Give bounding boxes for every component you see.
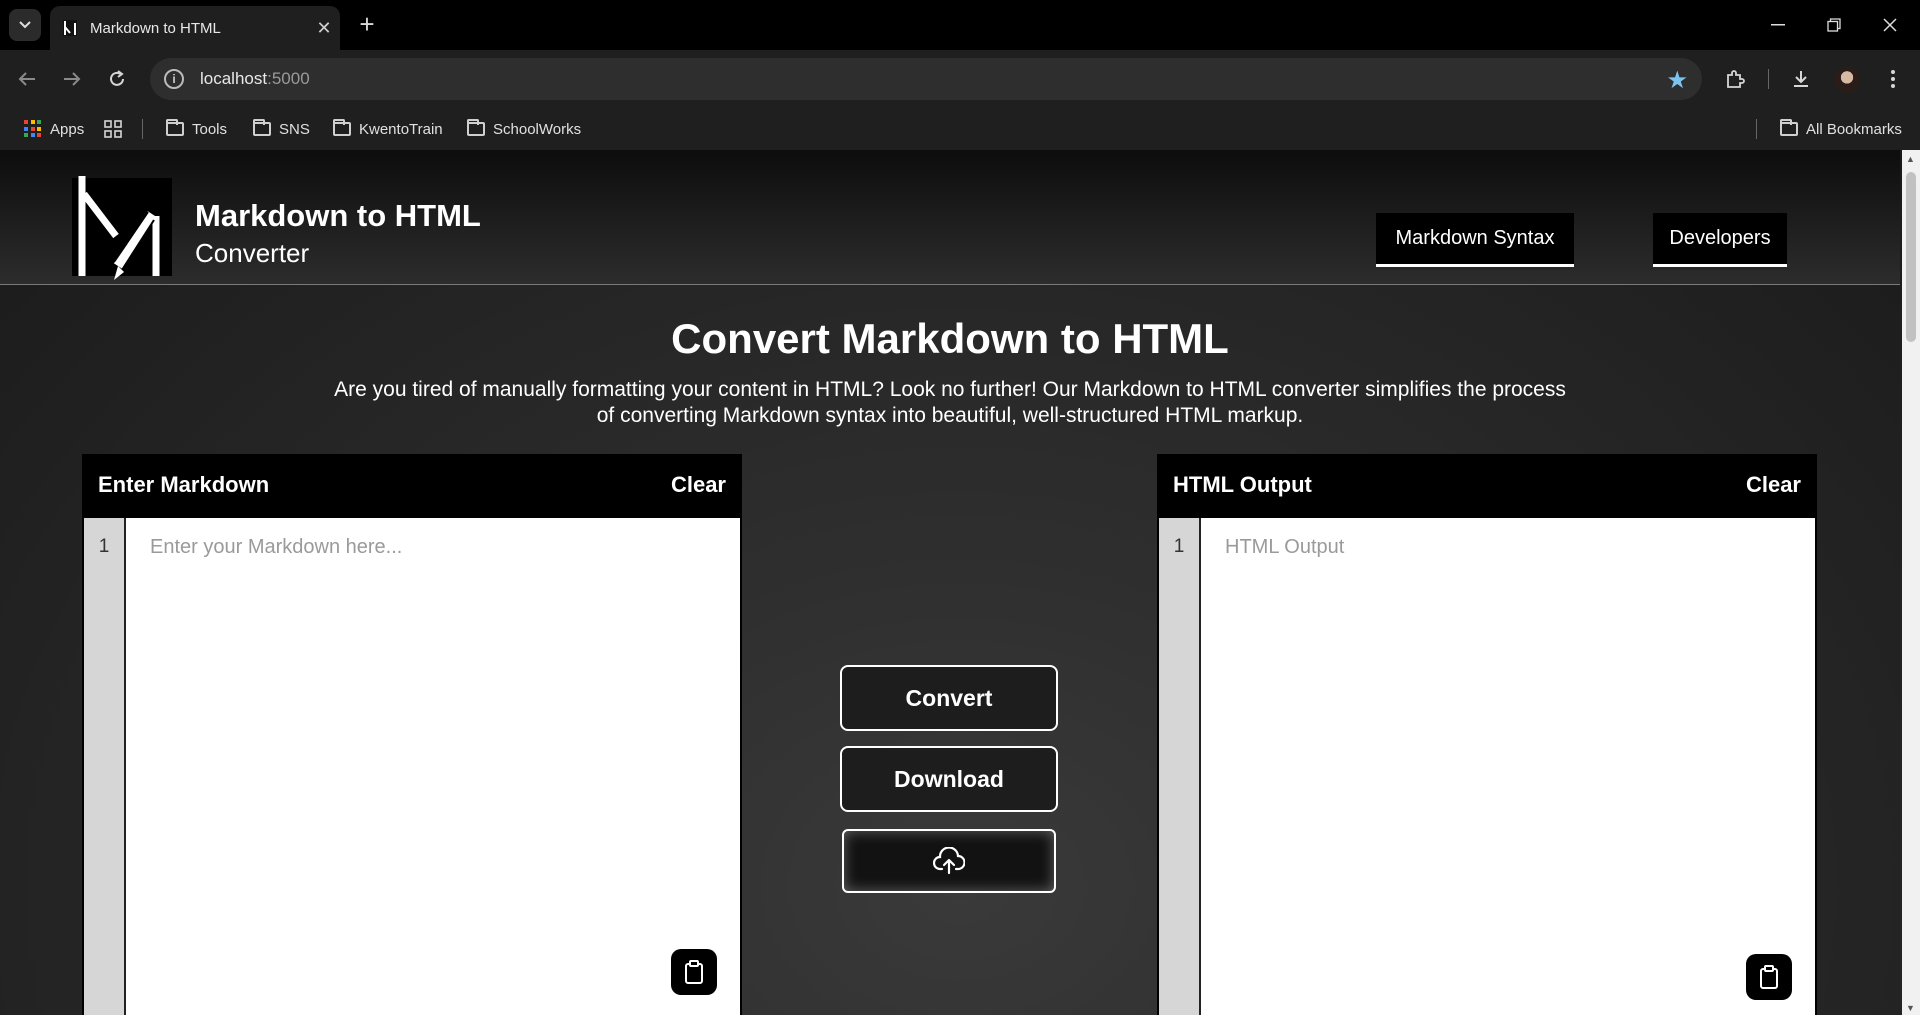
- scroll-down-icon[interactable]: ▼: [1906, 1003, 1915, 1013]
- markdown-editor: 1: [84, 518, 740, 1015]
- browser-tab[interactable]: Markdown to HTML ✕: [50, 6, 340, 50]
- download-button[interactable]: Download: [840, 746, 1058, 812]
- url-host: localhost: [200, 69, 268, 88]
- tab-groups-button[interactable]: [104, 108, 122, 150]
- clipboard-icon: [1760, 965, 1778, 989]
- folder-icon: [333, 119, 351, 136]
- brand-subtitle: Converter: [195, 238, 310, 268]
- cloud-upload-icon: [933, 847, 965, 875]
- site-header: Markdown to HTML Converter Markdown Synt…: [0, 150, 1900, 285]
- close-window-button[interactable]: [1862, 0, 1918, 50]
- all-bookmarks-label: All Bookmarks: [1806, 120, 1902, 138]
- bookmarks-divider: [1756, 119, 1757, 139]
- folder-icon: [1780, 119, 1798, 136]
- folder-icon: [166, 119, 184, 136]
- bookmark-folder-kwentotrain[interactable]: KwentoTrain: [333, 108, 443, 150]
- upload-button[interactable]: [842, 829, 1056, 893]
- output-clear-button[interactable]: Clear: [1746, 472, 1801, 498]
- brand-title: Markdown to HTML: [195, 198, 481, 233]
- puzzle-icon: [1727, 70, 1745, 88]
- grid-icon: [104, 120, 122, 138]
- copy-output-button[interactable]: [1746, 954, 1792, 1000]
- site-info-icon[interactable]: i: [164, 69, 184, 89]
- html-output-panel: HTML Output Clear 1: [1157, 454, 1817, 1015]
- new-tab-button[interactable]: +: [352, 10, 382, 40]
- kebab-menu-icon: [1891, 70, 1895, 88]
- nav-markdown-syntax[interactable]: Markdown Syntax: [1376, 213, 1574, 267]
- url-port: :5000: [267, 69, 310, 88]
- minimize-button[interactable]: [1750, 0, 1806, 50]
- bookmark-folder-schoolworks[interactable]: SchoolWorks: [467, 108, 581, 150]
- minimize-icon: [1771, 24, 1785, 26]
- bookmark-label: Tools: [192, 120, 228, 138]
- tab-search-button[interactable]: [9, 9, 41, 41]
- scroll-up-icon[interactable]: ▲: [1906, 154, 1915, 164]
- convert-button[interactable]: Convert: [840, 665, 1058, 731]
- nav-developers[interactable]: Developers: [1653, 213, 1787, 267]
- downloads-button[interactable]: [1784, 62, 1818, 96]
- tab-close-icon[interactable]: ✕: [308, 18, 340, 39]
- tab-title: Markdown to HTML: [90, 19, 221, 37]
- markdown-input[interactable]: [126, 518, 740, 1015]
- bookmark-star-icon[interactable]: ★: [1666, 66, 1688, 95]
- site-favicon-icon: [63, 20, 77, 36]
- bookmark-apps[interactable]: Apps: [24, 108, 84, 150]
- clipboard-icon: [685, 960, 703, 984]
- output-panel-title: HTML Output: [1173, 471, 1312, 497]
- page-description: Are you tired of manually formatting you…: [334, 378, 1566, 427]
- input-panel-header: Enter Markdown Clear: [82, 454, 742, 517]
- bookmarks-divider: [142, 119, 143, 139]
- forward-button[interactable]: [55, 62, 89, 96]
- bookmark-label: SNS: [279, 120, 310, 138]
- chevron-down-icon: [19, 21, 31, 29]
- input-panel-title: Enter Markdown: [98, 471, 270, 497]
- scrollbar-thumb[interactable]: [1906, 172, 1916, 342]
- extensions-button[interactable]: [1718, 62, 1752, 96]
- browser-menu-button[interactable]: [1876, 62, 1910, 96]
- bookmark-folder-tools[interactable]: Tools: [166, 108, 227, 150]
- input-clear-button[interactable]: Clear: [671, 472, 726, 498]
- bookmark-label: Apps: [50, 120, 85, 138]
- bookmark-folder-sns[interactable]: SNS: [253, 108, 310, 150]
- profile-avatar[interactable]: [1834, 67, 1860, 93]
- reload-button[interactable]: [100, 62, 134, 96]
- apps-grid-icon: [24, 120, 42, 138]
- folder-icon: [253, 119, 271, 136]
- page-title: Convert Markdown to HTML: [671, 315, 1229, 362]
- html-output-editor: 1: [1159, 518, 1815, 1015]
- site-logo[interactable]: [72, 176, 172, 286]
- restore-icon: [1827, 18, 1841, 32]
- all-bookmarks-button[interactable]: All Bookmarks: [1780, 108, 1902, 150]
- toolbar-divider: [1768, 69, 1769, 89]
- download-icon: [1794, 71, 1808, 87]
- arrow-right-icon: [64, 72, 81, 86]
- arrow-left-icon: [18, 72, 35, 86]
- close-icon: [1883, 18, 1897, 32]
- output-panel-header: HTML Output Clear: [1157, 454, 1817, 517]
- page-content: Markdown to HTML Converter Markdown Synt…: [0, 150, 1920, 1015]
- line-number-gutter: 1: [1159, 518, 1201, 1015]
- back-button[interactable]: [10, 62, 44, 96]
- restore-button[interactable]: [1806, 0, 1862, 50]
- folder-icon: [467, 119, 485, 136]
- page-scrollbar[interactable]: ▲ ▼: [1902, 150, 1920, 1015]
- markdown-input-panel: Enter Markdown Clear 1: [82, 454, 742, 1015]
- bookmarks-bar: Apps Tools SNS KwentoTrain SchoolWorks A…: [0, 108, 1920, 150]
- address-bar[interactable]: i localhost:5000 ★: [150, 58, 1702, 100]
- reload-icon: [110, 70, 124, 86]
- browser-toolbar: i localhost:5000 ★: [0, 50, 1920, 108]
- bookmark-label: KwentoTrain: [359, 120, 443, 138]
- bookmark-label: SchoolWorks: [493, 120, 582, 138]
- line-number-gutter: 1: [84, 518, 126, 1015]
- html-output[interactable]: [1201, 518, 1815, 1015]
- copy-input-button[interactable]: [671, 949, 717, 995]
- browser-tab-bar: Markdown to HTML ✕ +: [0, 0, 1920, 50]
